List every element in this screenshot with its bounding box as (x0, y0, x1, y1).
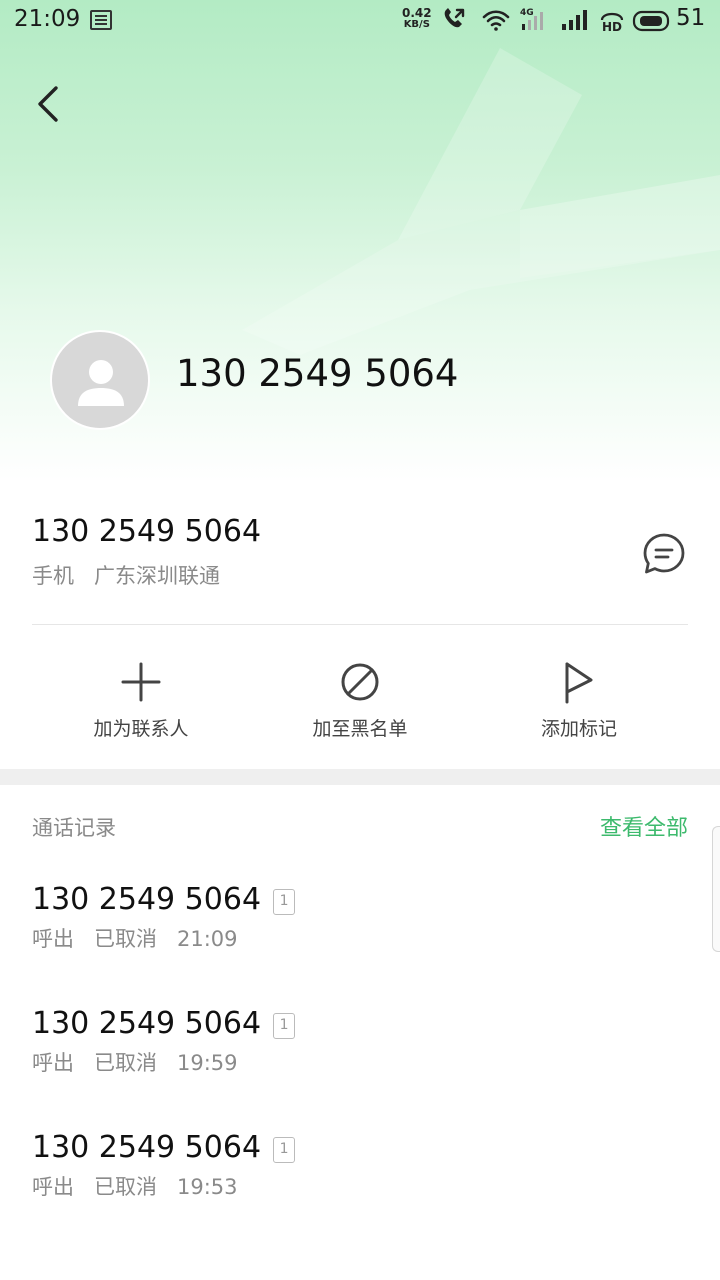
call-status: 已取消 (94, 1175, 157, 1199)
phone-number[interactable]: 130 2549 5064 (32, 514, 261, 549)
news-icon (90, 10, 112, 30)
call-time: 21:09 (177, 927, 238, 951)
svg-text:4G: 4G (520, 8, 534, 18)
add-tag-button[interactable]: 添加标记 (479, 660, 679, 741)
number-location: 广东深圳联通 (94, 564, 220, 588)
scroll-handle[interactable] (712, 826, 720, 952)
call-direction: 呼出 (32, 927, 74, 951)
back-arrow-icon (38, 86, 58, 122)
call-log-item[interactable]: 130 2549 5064 1 呼出 已取消 21:09 (32, 882, 688, 953)
divider (32, 624, 688, 625)
back-button[interactable] (26, 78, 74, 130)
sim-card-icon: 1 (273, 888, 296, 915)
status-bar: 21:09 0.42 KB/S 4G HD 51 (0, 0, 720, 40)
section-separator (0, 769, 720, 785)
number-type: 手机 (32, 564, 74, 588)
number-details: 手机 广东深圳联通 (32, 560, 220, 590)
flag-icon (565, 662, 593, 704)
signal-4g-icon: 4G (520, 8, 543, 30)
add-contact-button[interactable]: 加为联系人 (41, 660, 241, 741)
sim-card-icon: 1 (273, 1136, 296, 1163)
call-log-title: 通话记录 (32, 816, 116, 840)
battery-level: 51 (676, 5, 706, 31)
call-log-item[interactable]: 130 2549 5064 1 呼出 已取消 19:53 (32, 1130, 688, 1201)
contact-title: 130 2549 5064 (176, 352, 459, 395)
sim-card-icon: 1 (273, 1012, 296, 1039)
svg-text:HD: HD (602, 20, 622, 34)
network-speed-value: 0.42 (402, 6, 432, 20)
call-log-number: 130 2549 5064 (32, 882, 262, 917)
block-icon (341, 663, 379, 701)
message-icon (643, 533, 685, 574)
call-active-icon (444, 8, 465, 28)
plus-icon (121, 662, 161, 702)
avatar[interactable] (50, 330, 150, 430)
call-direction: 呼出 (32, 1175, 74, 1199)
call-log-number: 130 2549 5064 (32, 1130, 262, 1165)
add-tag-label: 添加标记 (540, 718, 617, 740)
call-direction: 呼出 (32, 1051, 74, 1075)
hd-voice-icon: HD (600, 12, 624, 34)
add-to-blacklist-button[interactable]: 加至黑名单 (260, 660, 460, 741)
add-contact-label: 加为联系人 (93, 718, 189, 740)
call-status: 已取消 (94, 1051, 157, 1075)
call-log-details: 呼出 已取消 19:53 (32, 1171, 688, 1201)
wifi-icon (482, 10, 510, 31)
call-log-item[interactable]: 130 2549 5064 1 呼出 已取消 19:59 (32, 1006, 688, 1077)
battery-icon (632, 10, 670, 32)
call-time: 19:53 (177, 1175, 238, 1199)
network-speed-unit: KB/S (403, 19, 430, 30)
add-to-blacklist-label: 加至黑名单 (312, 718, 408, 740)
message-button[interactable] (640, 530, 688, 578)
call-time: 19:59 (177, 1051, 238, 1075)
status-icons: 4G HD (444, 8, 670, 34)
call-log-number: 130 2549 5064 (32, 1006, 262, 1041)
call-status: 已取消 (94, 927, 157, 951)
call-log-details: 呼出 已取消 19:59 (32, 1047, 688, 1077)
call-log-details: 呼出 已取消 21:09 (32, 923, 688, 953)
signal-icon (562, 10, 587, 30)
view-all-link[interactable]: 查看全部 (600, 810, 688, 842)
network-speed: 0.42 KB/S (402, 7, 432, 31)
person-icon (78, 360, 124, 406)
status-time: 21:09 (14, 6, 81, 32)
